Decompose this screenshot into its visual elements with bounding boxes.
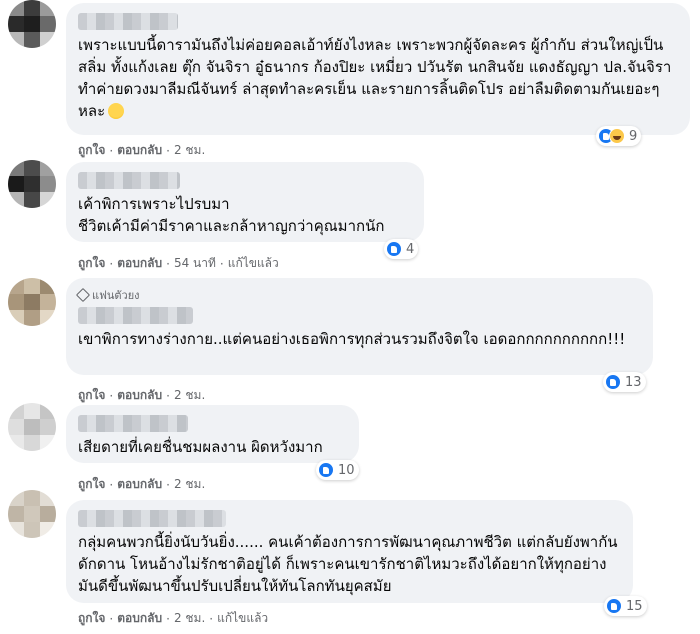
edited-label[interactable]: แก้ไขแล้ว bbox=[228, 254, 279, 273]
comment-bubble: กลุ่มคนพวกนี้ยิ่งนับวันยิ่ง...... คนเค้า… bbox=[66, 500, 633, 603]
separator: · bbox=[109, 611, 114, 626]
avatar[interactable] bbox=[8, 403, 56, 451]
separator: · bbox=[209, 611, 214, 626]
comment-actions: ถูกใจ · ตอบกลับ · 54 นาที · แก้ไขแล้ว bbox=[78, 254, 279, 273]
like-reaction-icon bbox=[605, 374, 621, 390]
reaction-summary[interactable]: 15 bbox=[604, 596, 647, 616]
comment-actions: ถูกใจ · ตอบกลับ · 2 ชม. · แก้ไขแล้ว bbox=[78, 609, 268, 628]
reply-button[interactable]: ตอบกลับ bbox=[117, 254, 162, 273]
diamond-icon bbox=[75, 287, 91, 303]
like-reaction-icon bbox=[386, 241, 402, 257]
avatar[interactable] bbox=[8, 0, 56, 48]
separator: · bbox=[166, 256, 170, 271]
like-button[interactable]: ถูกใจ bbox=[78, 609, 105, 628]
reply-button[interactable]: ตอบกลับ bbox=[117, 609, 162, 628]
like-button[interactable]: ถูกใจ bbox=[78, 475, 105, 494]
separator: · bbox=[166, 388, 170, 403]
top-fan-badge[interactable]: แฟนตัวยง bbox=[75, 286, 140, 304]
comment-text: เพราะแบบนี้ดารามันถึงไม่ค่อยคอลเอ้าท์ยัง… bbox=[78, 36, 672, 120]
like-button[interactable]: ถูกใจ bbox=[78, 141, 105, 160]
comment-actions: ถูกใจ · ตอบกลับ · 2 ชม. bbox=[78, 386, 205, 405]
separator: · bbox=[219, 256, 224, 271]
separator: · bbox=[166, 611, 170, 626]
avatar[interactable] bbox=[8, 278, 56, 326]
comment-time[interactable]: 2 ชม. bbox=[174, 141, 205, 160]
comment-text: กลุ่มคนพวกนี้ยิ่งนับวันยิ่ง...... คนเค้า… bbox=[78, 533, 618, 595]
comment-bubble: เค้าพิการเพราะไปรบมา ชีวิตเค้ามีค่ามีราค… bbox=[66, 162, 424, 242]
reply-button[interactable]: ตอบกลับ bbox=[117, 475, 162, 494]
comment-text: เค้าพิการเพราะไปรบมา ชีวิตเค้ามีค่ามีราค… bbox=[78, 195, 385, 235]
comment-time[interactable]: 2 ชม. bbox=[174, 609, 205, 628]
comment-actions: ถูกใจ · ตอบกลับ · 2 ชม. bbox=[78, 475, 205, 494]
commenter-name[interactable] bbox=[78, 415, 188, 432]
reaction-count: 10 bbox=[338, 462, 355, 478]
reaction-count: 4 bbox=[406, 241, 415, 257]
like-reaction-icon bbox=[606, 598, 622, 614]
reply-button[interactable]: ตอบกลับ bbox=[117, 141, 162, 160]
haha-reaction-icon bbox=[609, 128, 625, 144]
comment-actions: ถูกใจ · ตอบกลับ · 2 ชม. bbox=[78, 141, 205, 160]
commenter-name[interactable] bbox=[78, 172, 180, 189]
avatar[interactable] bbox=[8, 160, 56, 208]
reaction-summary[interactable]: 9 bbox=[596, 126, 642, 146]
commenter-name[interactable] bbox=[78, 307, 193, 324]
reaction-summary[interactable]: 4 bbox=[384, 239, 419, 259]
separator: · bbox=[109, 143, 114, 158]
avatar[interactable] bbox=[8, 490, 56, 538]
separator: · bbox=[109, 388, 114, 403]
reaction-count: 13 bbox=[625, 374, 642, 390]
comment-time[interactable]: 2 ชม. bbox=[174, 475, 205, 494]
comment-text: เขาพิการทางร่างกาย..แต่คนอย่างเธอพิการทุ… bbox=[78, 330, 626, 348]
commenter-name[interactable] bbox=[78, 13, 178, 30]
fan-badge-label: แฟนตัวยง bbox=[92, 289, 140, 302]
edited-label[interactable]: แก้ไขแล้ว bbox=[217, 609, 268, 628]
like-button[interactable]: ถูกใจ bbox=[78, 386, 105, 405]
comment-bubble: แฟนตัวยง เขาพิการทางร่างกาย..แต่คนอย่างเ… bbox=[66, 278, 653, 375]
separator: · bbox=[166, 143, 170, 158]
reaction-count: 9 bbox=[629, 128, 638, 144]
reply-button[interactable]: ตอบกลับ bbox=[117, 386, 162, 405]
comment-text: เสียดายที่เคยชื่นชมผลงาน ผิดหวังมาก bbox=[78, 438, 323, 456]
comment-time[interactable]: 2 ชม. bbox=[174, 386, 205, 405]
reaction-count: 15 bbox=[626, 598, 643, 614]
like-reaction-icon bbox=[318, 462, 334, 478]
separator: · bbox=[166, 477, 170, 492]
relieved-emoji-icon bbox=[108, 103, 125, 119]
commenter-name[interactable] bbox=[78, 510, 226, 527]
comment-bubble: เสียดายที่เคยชื่นชมผลงาน ผิดหวังมาก bbox=[66, 405, 359, 463]
separator: · bbox=[109, 256, 114, 271]
reaction-summary[interactable]: 10 bbox=[316, 460, 359, 480]
comment-time[interactable]: 54 นาที bbox=[174, 254, 216, 273]
like-button[interactable]: ถูกใจ bbox=[78, 254, 105, 273]
reaction-summary[interactable]: 13 bbox=[603, 372, 646, 392]
comment-bubble: เพราะแบบนี้ดารามันถึงไม่ค่อยคอลเอ้าท์ยัง… bbox=[66, 3, 690, 135]
separator: · bbox=[109, 477, 114, 492]
